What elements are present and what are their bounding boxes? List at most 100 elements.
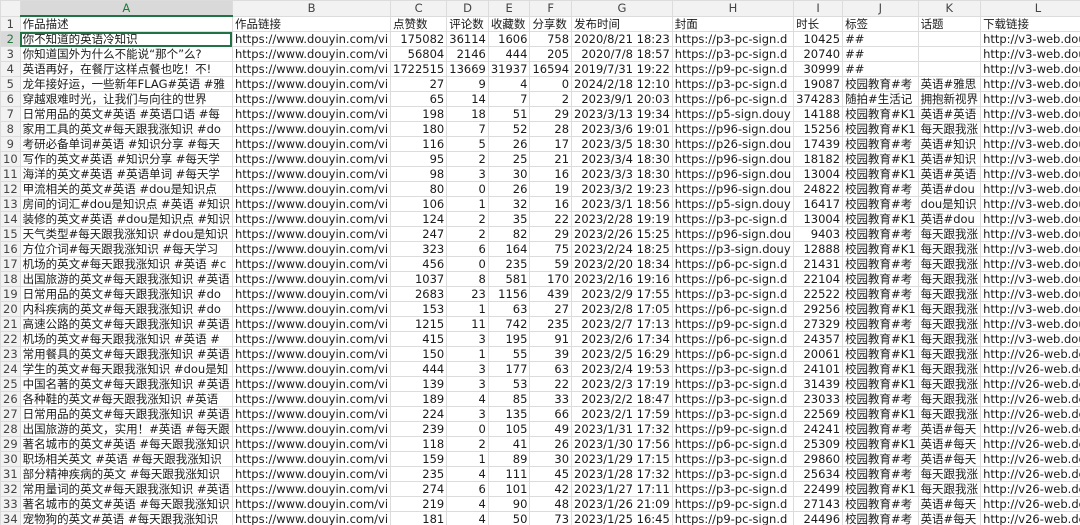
cell-i34[interactable]: 24496 (793, 511, 844, 525)
cell-h1[interactable]: 封面 (671, 15, 795, 32)
cell-a19[interactable]: 日常用品的英文#每天跟我涨知识 #do (19, 286, 233, 302)
cell-g3[interactable]: 2020/7/8 18:57 (571, 46, 673, 62)
cell-h15[interactable]: https://p96-sign.dou (671, 226, 795, 242)
cell-c9[interactable]: 116 (390, 136, 448, 152)
cell-b12[interactable]: https://www.douyin.com/vi (231, 181, 392, 197)
cell-f25[interactable]: 22 (529, 376, 573, 392)
cell-g30[interactable]: 2023/1/29 17:15 (571, 451, 673, 467)
cell-j10[interactable]: 校园教育#K1 (842, 151, 919, 167)
cell-e1[interactable]: 收藏数 (487, 15, 531, 32)
row-header[interactable]: 32 (0, 481, 21, 497)
cell-l17[interactable]: http://v3-web.dou (980, 256, 1080, 272)
cell-j29[interactable]: 校园教育#K1 (842, 436, 919, 452)
row-header[interactable]: 6 (0, 91, 21, 107)
cell-l21[interactable]: http://v3-web.dou (980, 316, 1080, 332)
column-header-l[interactable]: L (980, 0, 1080, 17)
cell-j27[interactable]: 校园教育#K1 (842, 406, 919, 422)
column-header-e[interactable]: E (487, 0, 531, 17)
cell-d21[interactable]: 11 (446, 316, 489, 332)
cell-j20[interactable]: 校园教育#K1 (842, 301, 919, 317)
cell-d28[interactable]: 0 (446, 421, 489, 437)
cell-k4[interactable] (917, 61, 982, 77)
cell-j14[interactable]: 校园教育#K1 (842, 211, 919, 227)
cell-a27[interactable]: 日常用品的英文#每天跟我涨知识 #英语 (19, 406, 233, 422)
cell-g22[interactable]: 2023/2/6 17:34 (571, 331, 673, 347)
cell-d14[interactable]: 2 (446, 211, 489, 227)
row-header[interactable]: 20 (0, 301, 21, 317)
cell-h4[interactable]: https://p9-pc-sign.d (671, 61, 795, 77)
cell-j25[interactable]: 校园教育#K1 (842, 376, 919, 392)
cell-l10[interactable]: http://v3-web.dou (980, 151, 1080, 167)
cell-h21[interactable]: https://p9-pc-sign.d (671, 316, 795, 332)
row-header[interactable]: 5 (0, 76, 21, 92)
column-header-c[interactable]: C (390, 0, 448, 17)
cell-l13[interactable]: http://v3-web.dou (980, 196, 1080, 212)
cell-k20[interactable]: 每天跟我涨 (917, 301, 982, 317)
cell-c31[interactable]: 235 (390, 466, 448, 482)
cell-k8[interactable]: 每天跟我涨 (917, 121, 982, 137)
cell-h27[interactable]: https://p3-pc-sign.d (671, 406, 795, 422)
cell-f4[interactable]: 16594 (529, 61, 573, 77)
cell-k11[interactable]: 英语#英语 (917, 166, 982, 182)
cell-l29[interactable]: http://v26-web.dou (980, 436, 1080, 452)
cell-g1[interactable]: 发布时间 (571, 15, 673, 32)
cell-f34[interactable]: 73 (529, 511, 573, 525)
cell-d6[interactable]: 14 (446, 91, 489, 107)
cell-f7[interactable]: 29 (529, 106, 573, 122)
cell-g15[interactable]: 2023/2/26 15:25 (571, 226, 673, 242)
cell-e30[interactable]: 89 (487, 451, 531, 467)
cell-b33[interactable]: https://www.douyin.com/vi (231, 496, 392, 512)
cell-i27[interactable]: 22569 (793, 406, 844, 422)
cell-h22[interactable]: https://p6-pc-sign.d (671, 331, 795, 347)
cell-i19[interactable]: 22522 (793, 286, 844, 302)
cell-e21[interactable]: 742 (487, 316, 531, 332)
cell-d7[interactable]: 18 (446, 106, 489, 122)
cell-d1[interactable]: 评论数 (446, 15, 489, 32)
cell-c6[interactable]: 65 (390, 91, 448, 107)
cell-a12[interactable]: 甲流相关的英文#英语 #dou是知识点 (19, 181, 233, 197)
cell-a10[interactable]: 写作的英文#英语 #知识分享 #每天学 (19, 151, 233, 167)
cell-d31[interactable]: 4 (446, 466, 489, 482)
cell-i5[interactable]: 19087 (793, 76, 844, 92)
cell-d30[interactable]: 1 (446, 451, 489, 467)
cell-i9[interactable]: 17439 (793, 136, 844, 152)
cell-a16[interactable]: 方位介词#每天跟我涨知识 #每天学习 (19, 241, 233, 257)
cell-g4[interactable]: 2019/7/31 19:22 (571, 61, 673, 77)
cell-c8[interactable]: 180 (390, 121, 448, 137)
cell-j22[interactable]: 校园教育#K1 (842, 331, 919, 347)
select-all-corner[interactable] (0, 0, 21, 17)
cell-c22[interactable]: 415 (390, 331, 448, 347)
column-header-j[interactable]: J (842, 0, 919, 17)
cell-a11[interactable]: 海洋的英文#英语 #英语单词 #每天学 (19, 166, 233, 182)
cell-g13[interactable]: 2023/3/1 18:56 (571, 196, 673, 212)
cell-e23[interactable]: 55 (487, 346, 531, 362)
cell-c14[interactable]: 124 (390, 211, 448, 227)
cell-f31[interactable]: 45 (529, 466, 573, 482)
cell-i22[interactable]: 24357 (793, 331, 844, 347)
cell-i32[interactable]: 22499 (793, 481, 844, 497)
cell-k16[interactable]: 每天跟我涨 (917, 241, 982, 257)
cell-d4[interactable]: 13669 (446, 61, 489, 77)
cell-a9[interactable]: 考研必备单词#英语 #知识分享 #每天 (19, 136, 233, 152)
cell-e7[interactable]: 51 (487, 106, 531, 122)
cell-a34[interactable]: 宠物狗的英文#英语 #每天跟我涨知识 (19, 511, 233, 525)
cell-f13[interactable]: 16 (529, 196, 573, 212)
cell-g26[interactable]: 2023/2/2 18:47 (571, 391, 673, 407)
cell-d15[interactable]: 2 (446, 226, 489, 242)
cell-b13[interactable]: https://www.douyin.com/vi (231, 196, 392, 212)
cell-l11[interactable]: http://v3-web.dou (980, 166, 1080, 182)
cell-e2[interactable]: 1606 (487, 31, 531, 47)
row-header[interactable]: 28 (0, 421, 21, 437)
column-header-h[interactable]: H (671, 0, 795, 17)
cell-l32[interactable]: http://v26-web.dou (980, 481, 1080, 497)
cell-e25[interactable]: 53 (487, 376, 531, 392)
cell-j16[interactable]: 校园教育#K1 (842, 241, 919, 257)
cell-a33[interactable]: 著名城市的英文#英语 #每天跟我涨知识 (19, 496, 233, 512)
cell-g18[interactable]: 2023/2/16 19:16 (571, 271, 673, 287)
cell-k32[interactable]: 每天跟我涨 (917, 481, 982, 497)
cell-b6[interactable]: https://www.douyin.com/vi (231, 91, 392, 107)
cell-a32[interactable]: 常用量词的英文#每天跟我涨知识 #英语 (19, 481, 233, 497)
cell-g21[interactable]: 2023/2/7 17:13 (571, 316, 673, 332)
row-header[interactable]: 26 (0, 391, 21, 407)
row-header[interactable]: 33 (0, 496, 21, 512)
